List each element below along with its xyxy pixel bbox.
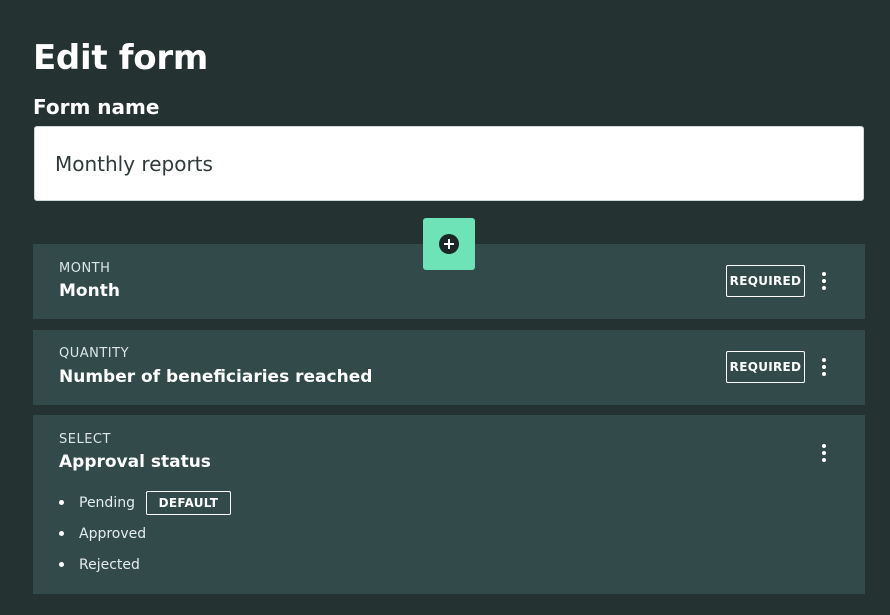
page-title: Edit form [33,38,208,78]
add-field-button[interactable] [423,218,475,270]
field-label: Approval status [59,452,211,472]
list-item: Approved [59,518,231,549]
list-item: Rejected [59,549,231,580]
option-label: Rejected [79,556,140,573]
field-type: SELECT [59,432,111,447]
field-label: Number of beneficiaries reached [59,367,373,387]
more-options-icon[interactable] [812,354,836,380]
form-name-input[interactable] [34,126,864,201]
default-badge: DEFAULT [145,490,231,515]
required-badge: REQUIRED [726,351,805,383]
option-label: Pending [79,494,135,511]
field-card-quantity[interactable]: QUANTITY Number of beneficiaries reached… [33,330,865,405]
more-options-icon[interactable] [812,268,836,294]
required-badge: REQUIRED [726,265,805,297]
more-options-icon[interactable] [812,440,836,466]
plus-circle-icon [439,234,459,254]
field-type: QUANTITY [59,346,130,361]
select-options-list: Pending DEFAULT Approved Rejected [59,487,231,580]
list-item: Pending DEFAULT [59,487,231,518]
field-type: MONTH [59,261,111,276]
form-name-label: Form name [33,95,160,119]
option-label: Approved [79,525,147,542]
field-card-select[interactable]: SELECT Approval status Pending DEFAULT A… [33,415,865,594]
field-label: Month [59,281,120,301]
edit-form-page: Edit form Form name MONTH Month REQUIRED… [0,0,890,615]
